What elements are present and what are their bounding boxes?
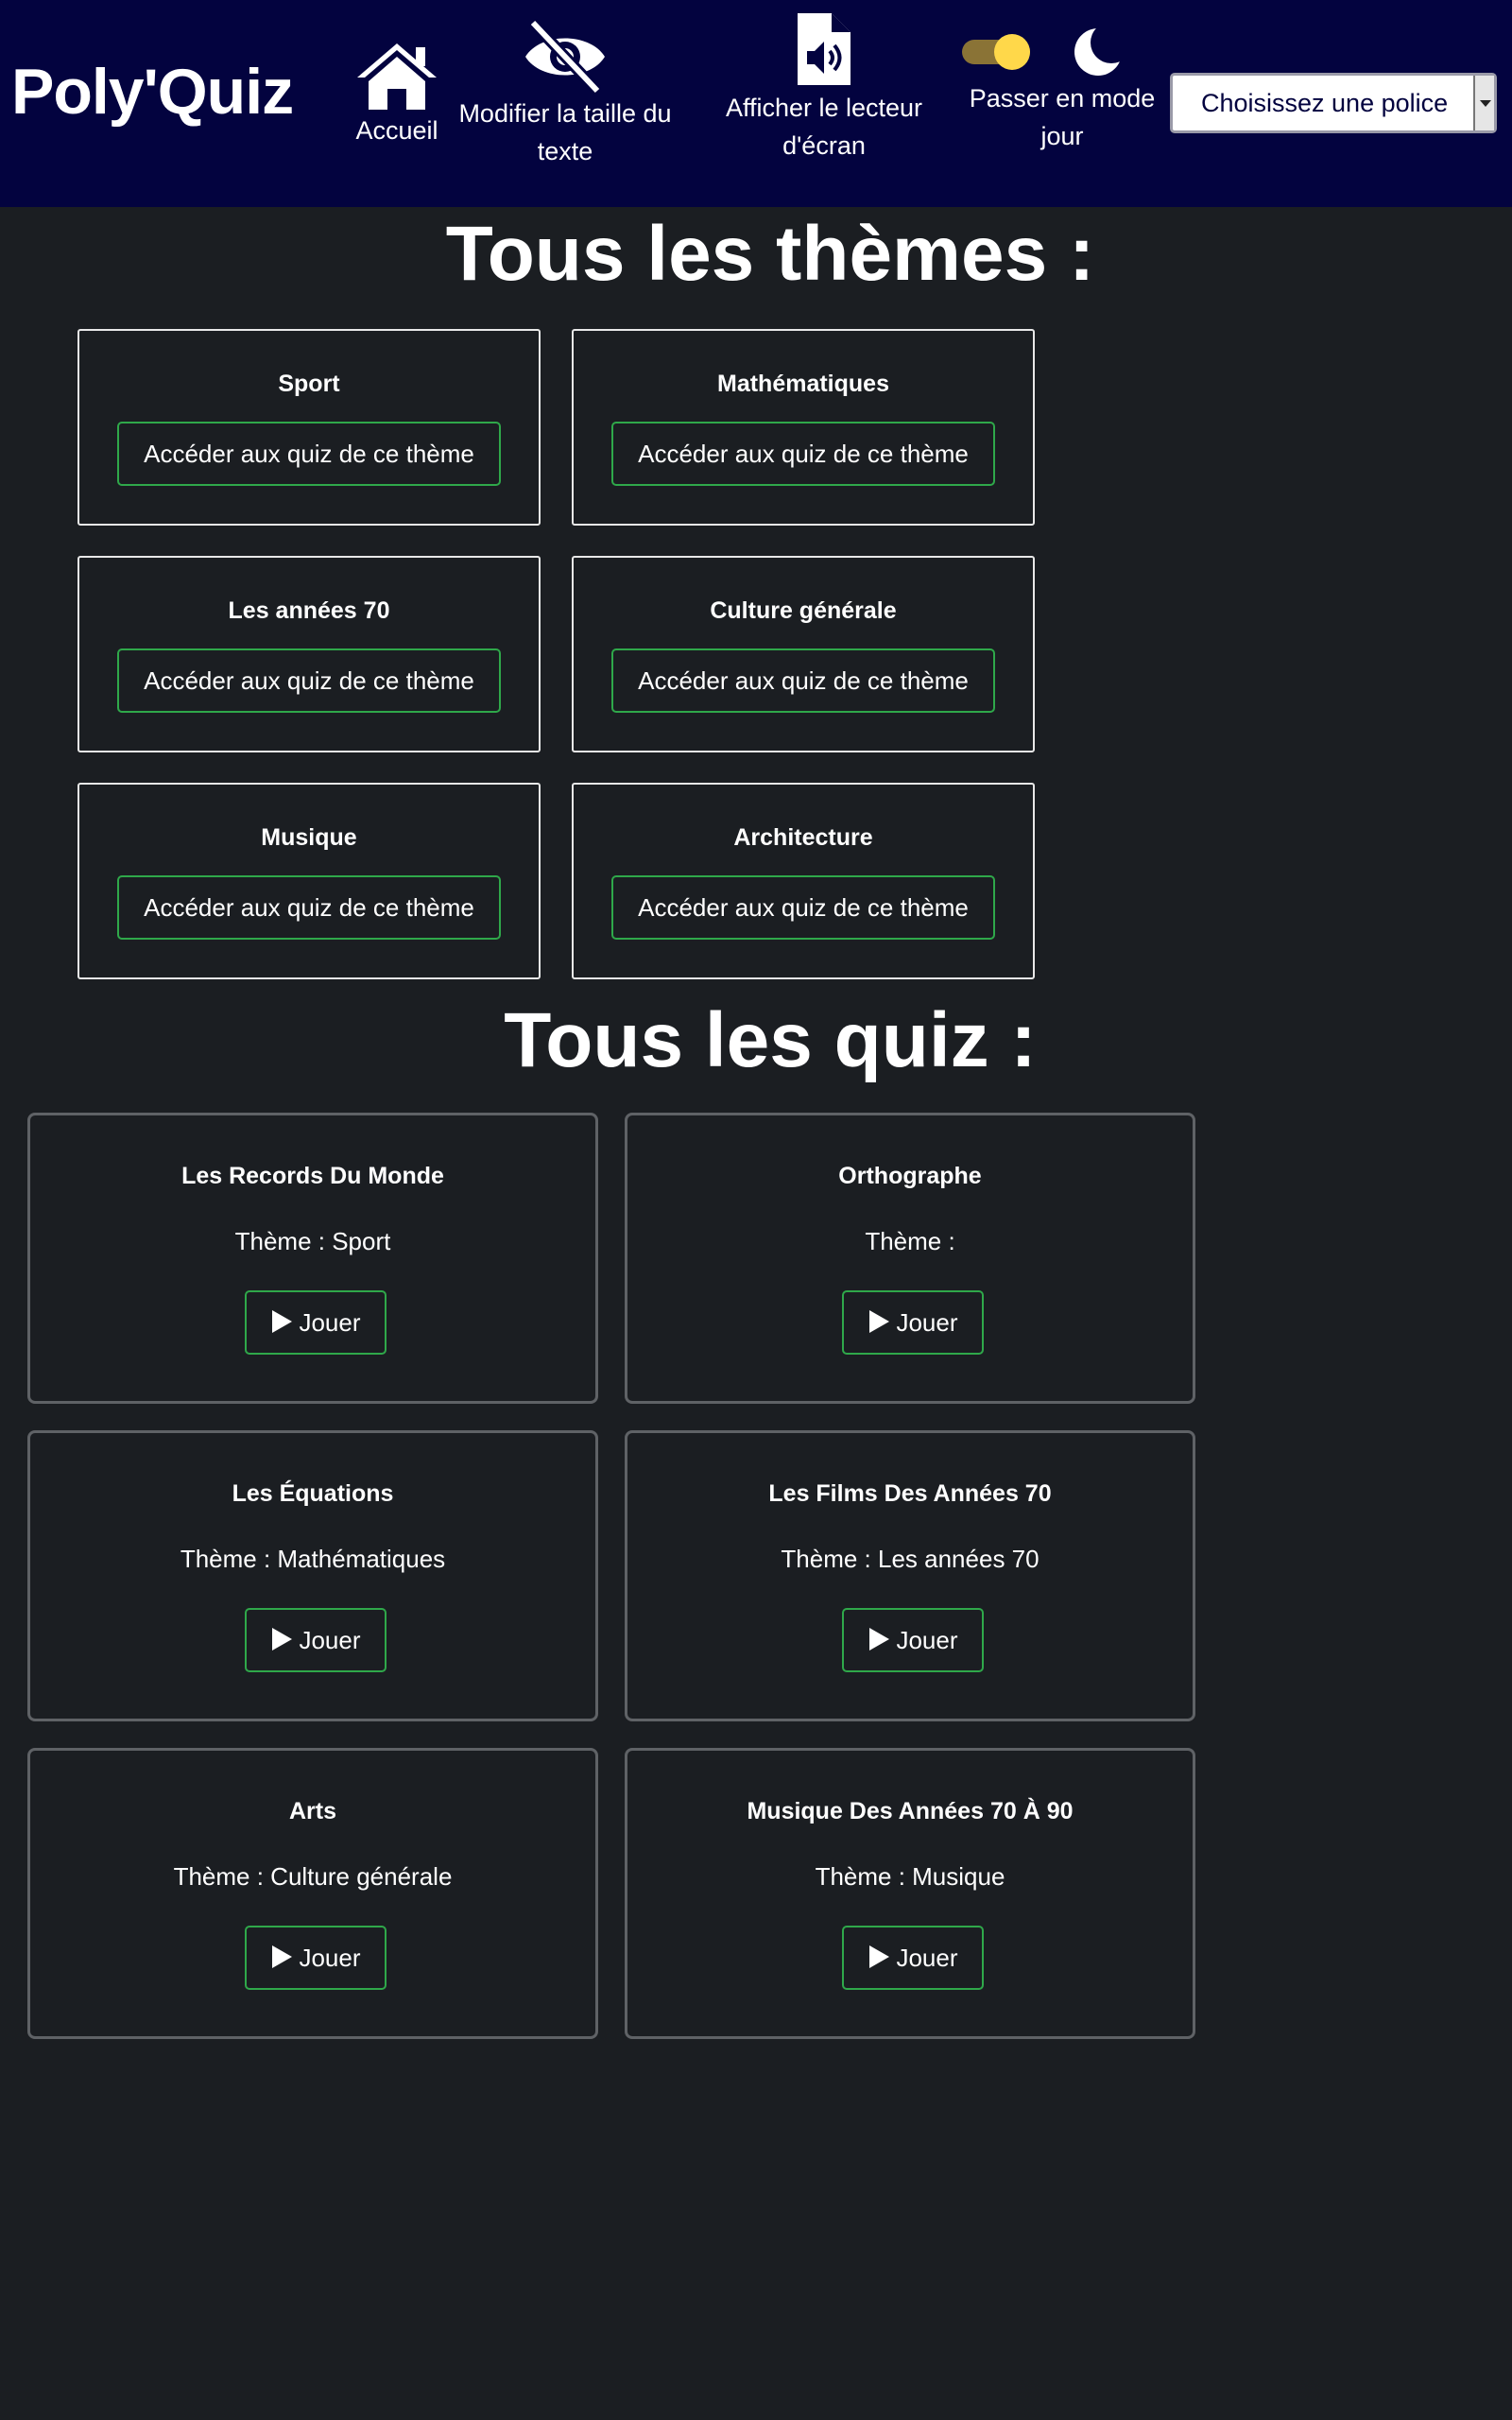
quiz-card: Les Films Des Années 70 Thème : Les anné… [625,1430,1195,1721]
quiz-theme: Thème : Mathématiques [180,1545,446,1573]
nav-day-mode[interactable]: Passer en mode jour [962,25,1162,155]
quizzes-title: Tous les quiz : [504,997,1037,1083]
quiz-name: Musique Des Années 70 À 90 [747,1798,1074,1824]
theme-access-button[interactable]: Accéder aux quiz de ce thème [611,422,995,486]
theme-card: Mathématiques Accéder aux quiz de ce thè… [572,329,1035,526]
play-label: Jouer [896,1944,958,1972]
play-label: Jouer [896,1308,958,1337]
quiz-theme: Thème : Les années 70 [781,1545,1040,1573]
play-icon [869,1945,890,1968]
font-select[interactable]: Choisissez une police [1170,73,1497,133]
play-button[interactable]: Jouer [842,1926,984,1990]
quiz-theme: Thème : [865,1227,955,1255]
play-icon [869,1310,890,1333]
quiz-theme: Thème : Sport [234,1227,391,1255]
eye-slash-icon [525,19,605,95]
quiz-name: Les Films Des Années 70 [768,1480,1052,1507]
audio-file-icon [798,13,850,85]
play-icon [272,1310,293,1333]
quiz-card: Les Records Du Monde Thème : Sport Jouer [27,1113,598,1404]
theme-name: Architecture [733,824,873,851]
play-label: Jouer [896,1626,958,1654]
theme-access-button[interactable]: Accéder aux quiz de ce thème [117,875,501,940]
play-icon [272,1945,293,1968]
play-label: Jouer [299,1626,361,1654]
nav-screen-reader[interactable]: Afficher le lecteur d'écran [720,9,928,164]
nav-home[interactable]: Accueil [350,40,444,149]
theme-card: Les années 70 Accéder aux quiz de ce thè… [77,556,541,752]
theme-name: Musique [261,824,357,851]
theme-card: Culture générale Accéder aux quiz de ce … [572,556,1035,752]
theme-card: Musique Accéder aux quiz de ce thème [77,783,541,979]
toggle-switch[interactable] [962,34,1030,70]
theme-access-button[interactable]: Accéder aux quiz de ce thème [611,648,995,713]
play-label: Jouer [299,1308,361,1337]
quiz-theme: Thème : Musique [815,1862,1005,1891]
theme-name: Sport [278,371,340,397]
mode-toggle[interactable] [962,25,1162,79]
quiz-name: Arts [288,1798,336,1824]
play-button[interactable]: Jouer [245,1290,387,1355]
theme-access-button[interactable]: Accéder aux quiz de ce thème [611,875,995,940]
play-icon [272,1628,293,1651]
quiz-theme: Thème : Culture générale [173,1862,453,1891]
play-label: Jouer [299,1944,361,1972]
nav-day-mode-label: Passer en mode jour [969,84,1156,150]
themes-title: Tous les thèmes : [445,211,1095,297]
brand-logo[interactable]: Poly'Quiz [11,55,294,129]
theme-access-button[interactable]: Accéder aux quiz de ce thème [117,648,501,713]
quiz-name: Les Records Du Monde [181,1163,444,1189]
nav-screen-reader-label: Afficher le lecteur d'écran [725,94,923,160]
play-icon [869,1628,890,1651]
nav-home-label: Accueil [355,116,438,145]
quiz-card: Les Équations Thème : Mathématiques Joue… [27,1430,598,1721]
play-button[interactable]: Jouer [245,1608,387,1672]
quiz-card: Arts Thème : Culture générale Jouer [27,1748,598,2039]
theme-name: Les années 70 [228,597,390,624]
nav-text-size[interactable]: Modifier la taille du texte [452,19,679,170]
chevron-down-icon[interactable] [1473,76,1494,130]
top-navbar: Poly'Quiz Accueil Modifier la taille du … [0,0,1512,207]
quiz-name: Orthographe [838,1163,982,1189]
theme-name: Mathématiques [717,371,889,397]
home-icon [357,43,437,110]
font-select-value: Choisissez une police [1201,89,1449,117]
nav-text-size-label: Modifier la taille du texte [458,99,672,165]
quiz-card: Musique Des Années 70 À 90 Thème : Musiq… [625,1748,1195,2039]
quiz-name: Les Équations [232,1480,394,1507]
theme-name: Culture générale [710,597,897,624]
quiz-card: Orthographe Thème : Jouer [625,1113,1195,1404]
play-button[interactable]: Jouer [245,1926,387,1990]
play-button[interactable]: Jouer [842,1608,984,1672]
theme-access-button[interactable]: Accéder aux quiz de ce thème [117,422,501,486]
play-button[interactable]: Jouer [842,1290,984,1355]
moon-icon [1074,26,1123,76]
theme-card: Sport Accéder aux quiz de ce thème [77,329,541,526]
theme-card: Architecture Accéder aux quiz de ce thèm… [572,783,1035,979]
toggle-knob [994,34,1030,70]
